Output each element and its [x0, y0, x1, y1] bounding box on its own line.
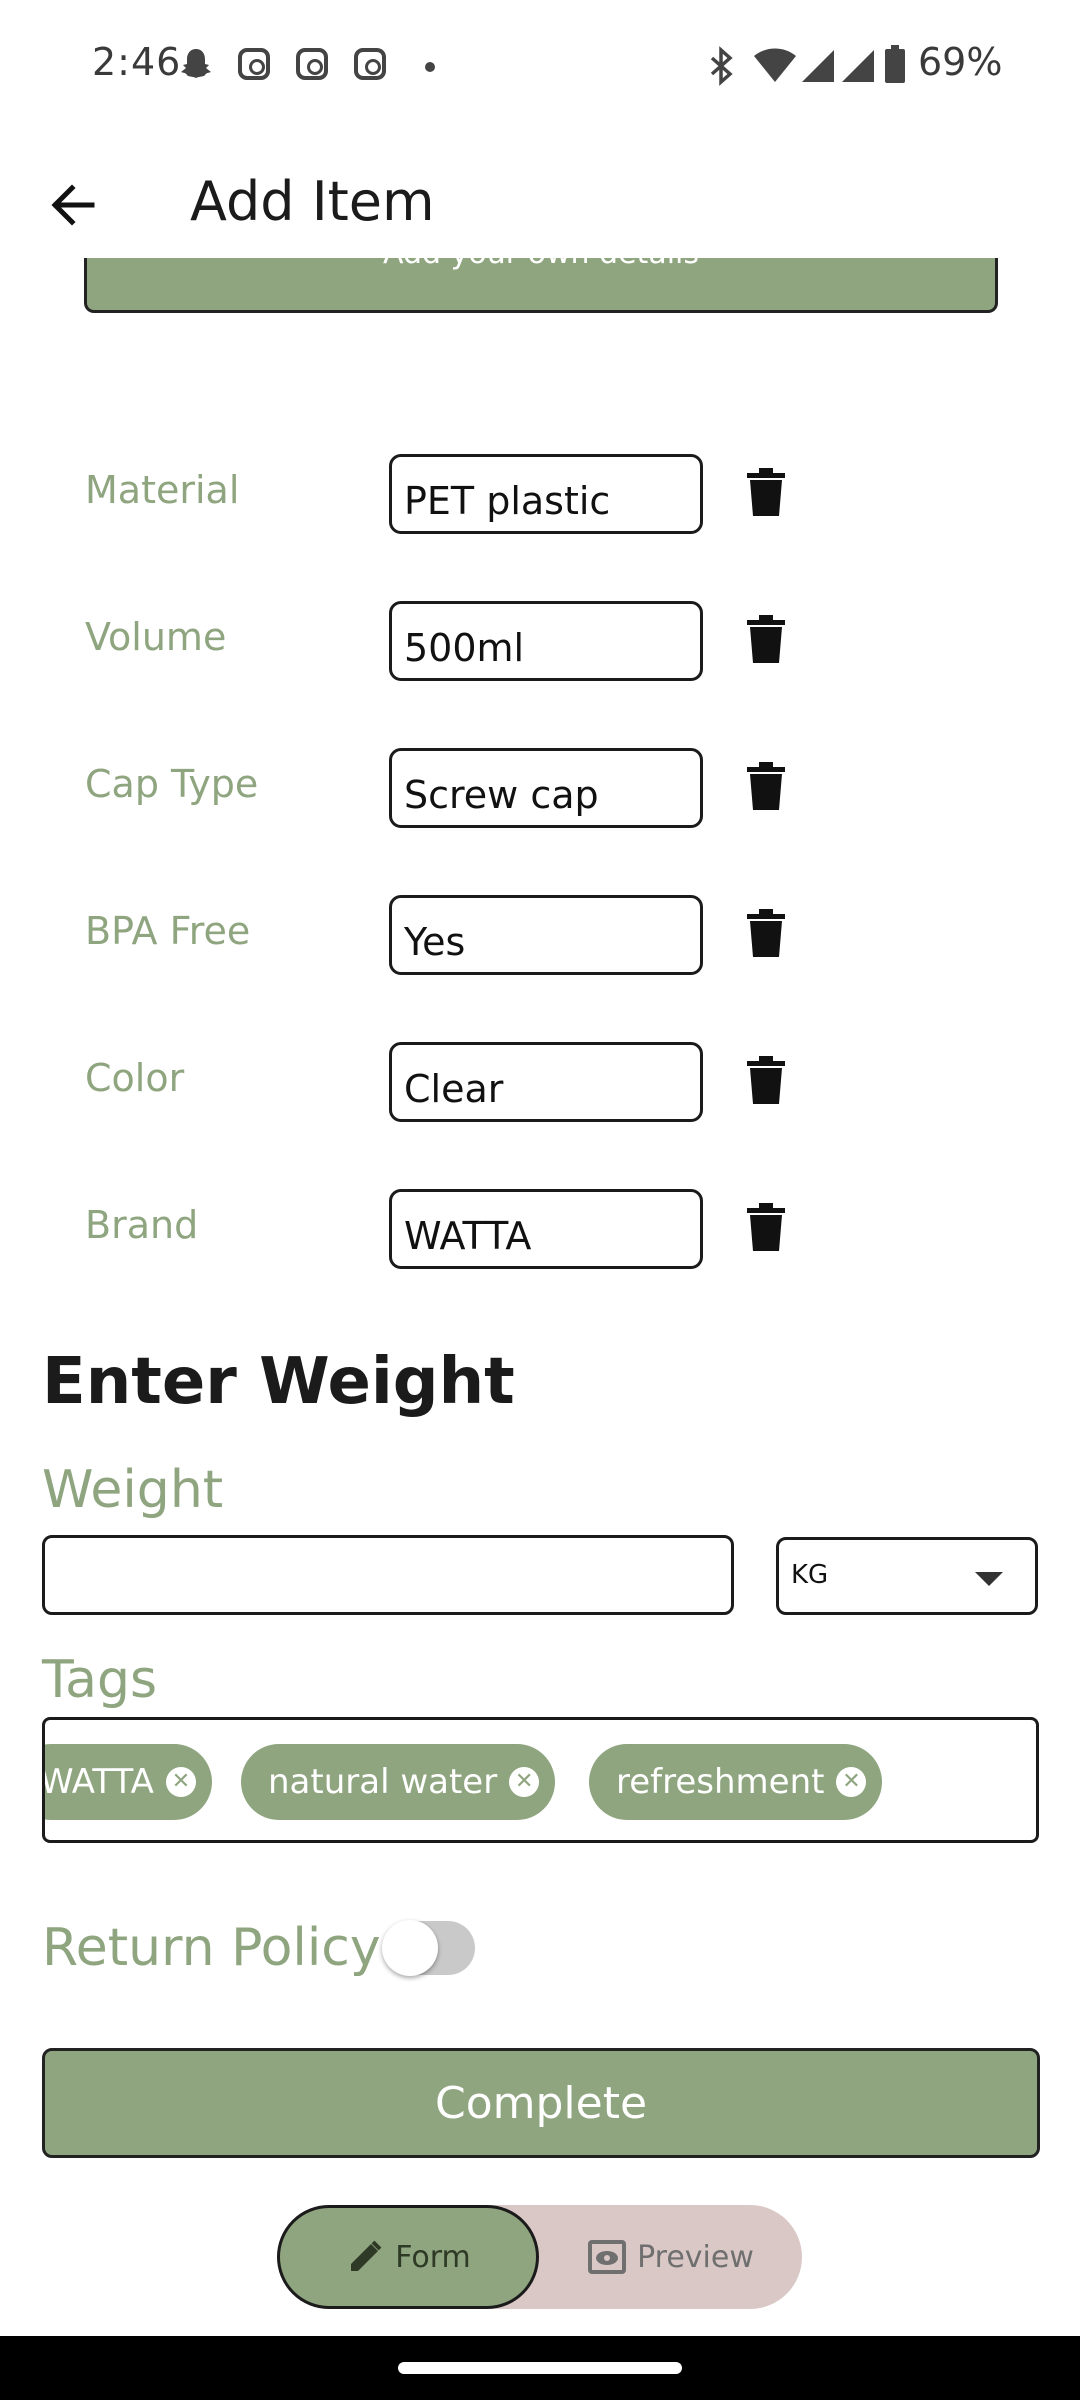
attribute-value: Yes: [404, 920, 466, 964]
tag-label: refreshment: [616, 1762, 825, 1802]
tab-preview-label: Preview: [637, 2239, 754, 2275]
attribute-value-field[interactable]: 500ml: [389, 601, 703, 681]
return-policy-label: Return Policy: [42, 1918, 381, 1978]
back-arrow-icon[interactable]: [40, 170, 110, 240]
add-details-label: Add your own details: [87, 258, 995, 271]
section-title-weight: Enter Weight: [42, 1345, 515, 1419]
attribute-value-field[interactable]: Screw cap: [389, 748, 703, 828]
delete-icon[interactable]: [745, 468, 787, 516]
signal-icon: [802, 50, 834, 82]
battery-icon: [885, 45, 905, 83]
delete-icon[interactable]: [745, 615, 787, 663]
mode-switcher: Form Preview: [277, 2205, 802, 2309]
return-policy-toggle[interactable]: [382, 1920, 475, 1976]
battery-percentage: 69%: [918, 40, 1003, 84]
weight-input[interactable]: [42, 1535, 734, 1615]
delete-icon[interactable]: [745, 1203, 787, 1251]
attribute-value-field[interactable]: PET plastic: [389, 454, 703, 534]
attribute-value-field[interactable]: Yes: [389, 895, 703, 975]
instagram-icon: [354, 48, 386, 80]
home-handle[interactable]: [398, 2362, 682, 2374]
attribute-label: BPA Free: [85, 909, 251, 953]
status-bar: 2:46 69%: [0, 0, 1080, 135]
attribute-value: PET plastic: [404, 479, 611, 523]
preview-eye-icon: [588, 2240, 627, 2274]
complete-button[interactable]: Complete: [42, 2048, 1040, 2158]
tags-input[interactable]: WATTA ✕ natural water ✕ refreshment ✕: [42, 1717, 1039, 1843]
unit-selected-value: KG: [791, 1560, 829, 1590]
attribute-label: Material: [85, 468, 240, 512]
attribute-value: 500ml: [404, 626, 525, 670]
tags-label: Tags: [42, 1650, 158, 1710]
tag-label: WATTA: [42, 1762, 154, 1802]
instagram-icon: [238, 48, 270, 80]
tab-preview[interactable]: Preview: [539, 2205, 802, 2309]
signal-icon: [842, 50, 874, 82]
snapchat-icon: [181, 49, 211, 78]
weight-label: Weight: [42, 1460, 224, 1520]
notification-dot-icon: [425, 62, 435, 72]
tag-chip[interactable]: refreshment ✕: [589, 1744, 883, 1820]
delete-icon[interactable]: [745, 762, 787, 810]
remove-tag-icon[interactable]: ✕: [165, 1767, 196, 1797]
attribute-value-field[interactable]: Clear: [389, 1042, 703, 1122]
chevron-down-icon: [975, 1572, 1003, 1586]
pencil-icon: [351, 2240, 382, 2271]
tab-form[interactable]: Form: [277, 2205, 539, 2309]
status-time: 2:46: [92, 40, 182, 84]
instagram-icon: [296, 48, 328, 80]
attribute-value: Clear: [404, 1067, 504, 1111]
delete-icon[interactable]: [745, 909, 787, 957]
tab-form-label: Form: [395, 2239, 471, 2275]
toggle-knob: [382, 1920, 438, 1976]
add-details-button[interactable]: Add your own details: [84, 258, 998, 313]
attribute-label: Color: [85, 1056, 185, 1100]
page-title: Add Item: [190, 170, 435, 233]
tag-label: natural water: [268, 1762, 498, 1802]
wifi-icon: [754, 48, 796, 82]
attribute-label: Cap Type: [85, 762, 259, 806]
attribute-value: Screw cap: [404, 773, 599, 817]
delete-icon[interactable]: [745, 1056, 787, 1104]
attribute-label: Volume: [85, 615, 227, 659]
attribute-label: Brand: [85, 1203, 199, 1247]
tag-chip[interactable]: natural water ✕: [241, 1744, 556, 1820]
remove-tag-icon[interactable]: ✕: [836, 1767, 867, 1797]
attribute-value: WATTA: [404, 1214, 532, 1258]
attribute-value-field[interactable]: WATTA: [389, 1189, 703, 1269]
bluetooth-icon: [710, 46, 733, 86]
remove-tag-icon[interactable]: ✕: [509, 1767, 540, 1797]
tag-chip[interactable]: WATTA ✕: [42, 1744, 212, 1820]
unit-select[interactable]: KG: [776, 1537, 1038, 1615]
